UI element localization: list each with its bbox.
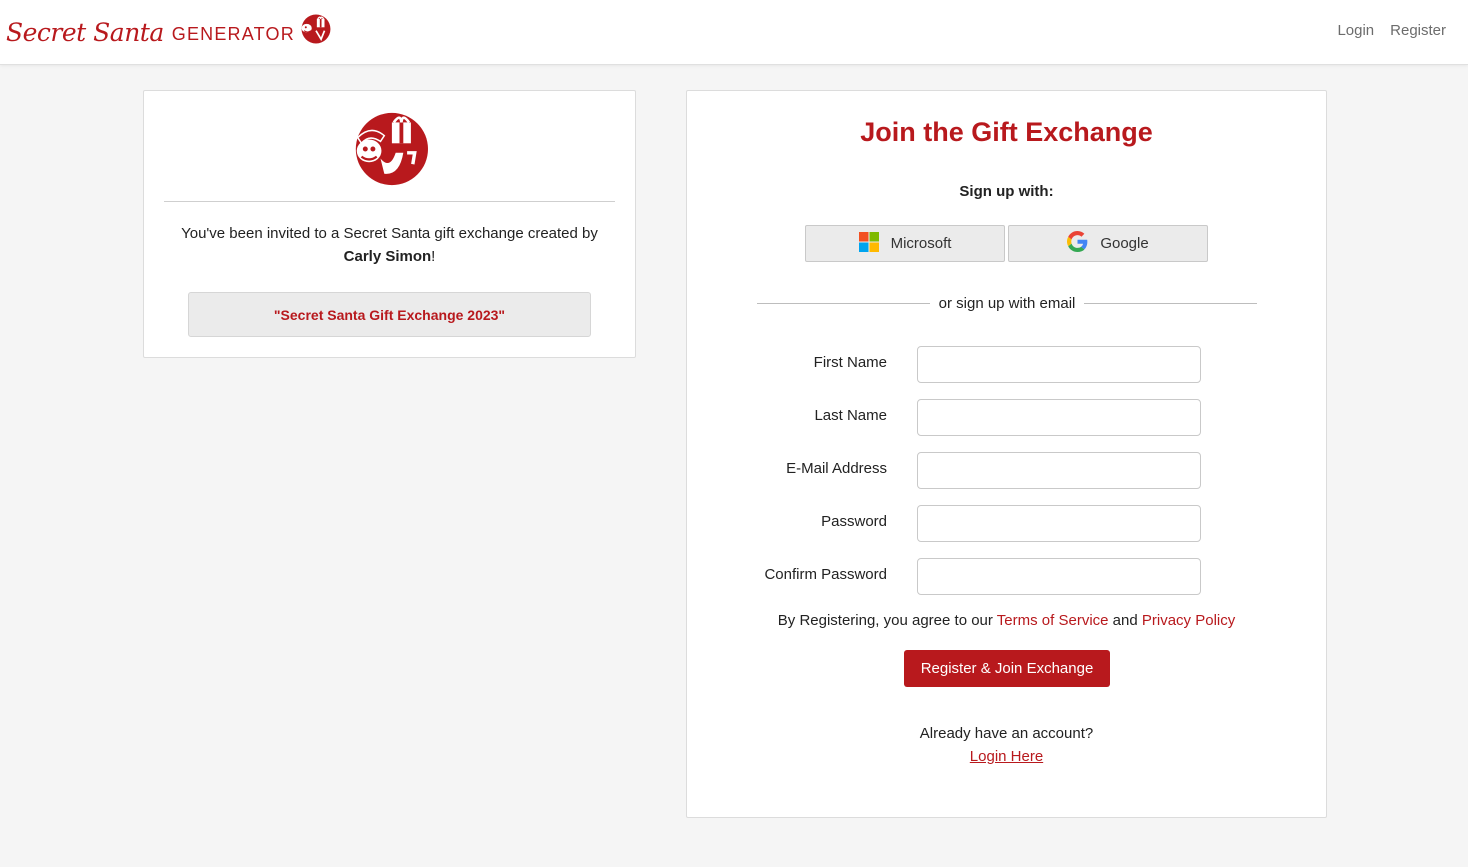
top-navbar: Secret Santa GENERATOR Login Register — [0, 0, 1468, 65]
email-label: E-Mail Address — [786, 460, 887, 477]
google-icon — [1067, 231, 1088, 256]
invite-divider — [164, 201, 615, 202]
divider-line-left — [757, 302, 930, 304]
santa-gift-logo-icon — [352, 111, 428, 192]
password-label: Password — [821, 513, 887, 530]
creator-name: Carly Simon — [343, 248, 432, 265]
invite-text-suffix: ! — [431, 248, 436, 265]
divider-line-right — [1084, 302, 1258, 304]
email-divider: or sign up with email — [757, 291, 1258, 315]
first-name-field[interactable] — [917, 346, 1201, 383]
join-exchange-card: Join the Gift Exchange Sign up with: Mic… — [686, 90, 1327, 818]
email-row: E-Mail Address — [687, 452, 1326, 489]
confirm-password-label: Confirm Password — [764, 566, 887, 583]
last-name-row: Last Name — [687, 399, 1326, 436]
last-name-field[interactable] — [917, 399, 1201, 436]
brand-caps-text: GENERATOR — [171, 24, 295, 44]
register-join-button[interactable]: Register & Join Exchange — [904, 650, 1110, 687]
confirm-password-row: Confirm Password — [687, 558, 1326, 595]
divider-text: or sign up with email — [938, 294, 1076, 312]
last-name-label: Last Name — [814, 407, 887, 424]
already-have-account-text: Already have an account? — [919, 725, 1094, 742]
terms-of-service-link[interactable]: Terms of Service — [997, 612, 1109, 629]
invitation-card: You've been invited to a Secret Santa gi… — [143, 90, 636, 358]
brand-script-text: Secret Santa — [6, 18, 164, 47]
microsoft-signup-button[interactable]: Microsoft — [805, 225, 1005, 262]
nav-login-link[interactable]: Login — [1337, 22, 1374, 39]
signup-with-label: Sign up with: — [959, 183, 1054, 200]
exchange-name-badge: "Secret Santa Gift Exchange 2023" — [188, 292, 591, 337]
confirm-password-field[interactable] — [917, 558, 1201, 595]
terms-prefix: By Registering, you agree to our — [777, 612, 993, 629]
privacy-policy-link[interactable]: Privacy Policy — [1142, 612, 1235, 629]
first-name-row: First Name — [687, 346, 1326, 383]
terms-notice: By Registering, you agree to our Terms o… — [687, 612, 1326, 629]
page-title: Join the Gift Exchange — [860, 117, 1153, 147]
google-signup-button[interactable]: Google — [1008, 225, 1208, 262]
nav-register-link[interactable]: Register — [1390, 22, 1446, 39]
invite-message: You've been invited to a Secret Santa gi… — [154, 222, 625, 268]
invite-text-prefix: You've been invited to a Secret Santa gi… — [181, 225, 598, 242]
password-row: Password — [687, 505, 1326, 542]
first-name-label: First Name — [813, 354, 887, 371]
password-field[interactable] — [917, 505, 1201, 542]
santa-gift-logo-icon — [299, 12, 333, 51]
microsoft-icon — [858, 231, 879, 256]
terms-and: and — [1112, 612, 1138, 629]
google-label: Google — [1100, 235, 1149, 252]
login-here-link[interactable]: Login Here — [970, 748, 1043, 765]
brand-logo-link[interactable]: Secret Santa GENERATOR — [6, 14, 333, 51]
email-field[interactable] — [917, 452, 1201, 489]
microsoft-label: Microsoft — [890, 235, 952, 252]
